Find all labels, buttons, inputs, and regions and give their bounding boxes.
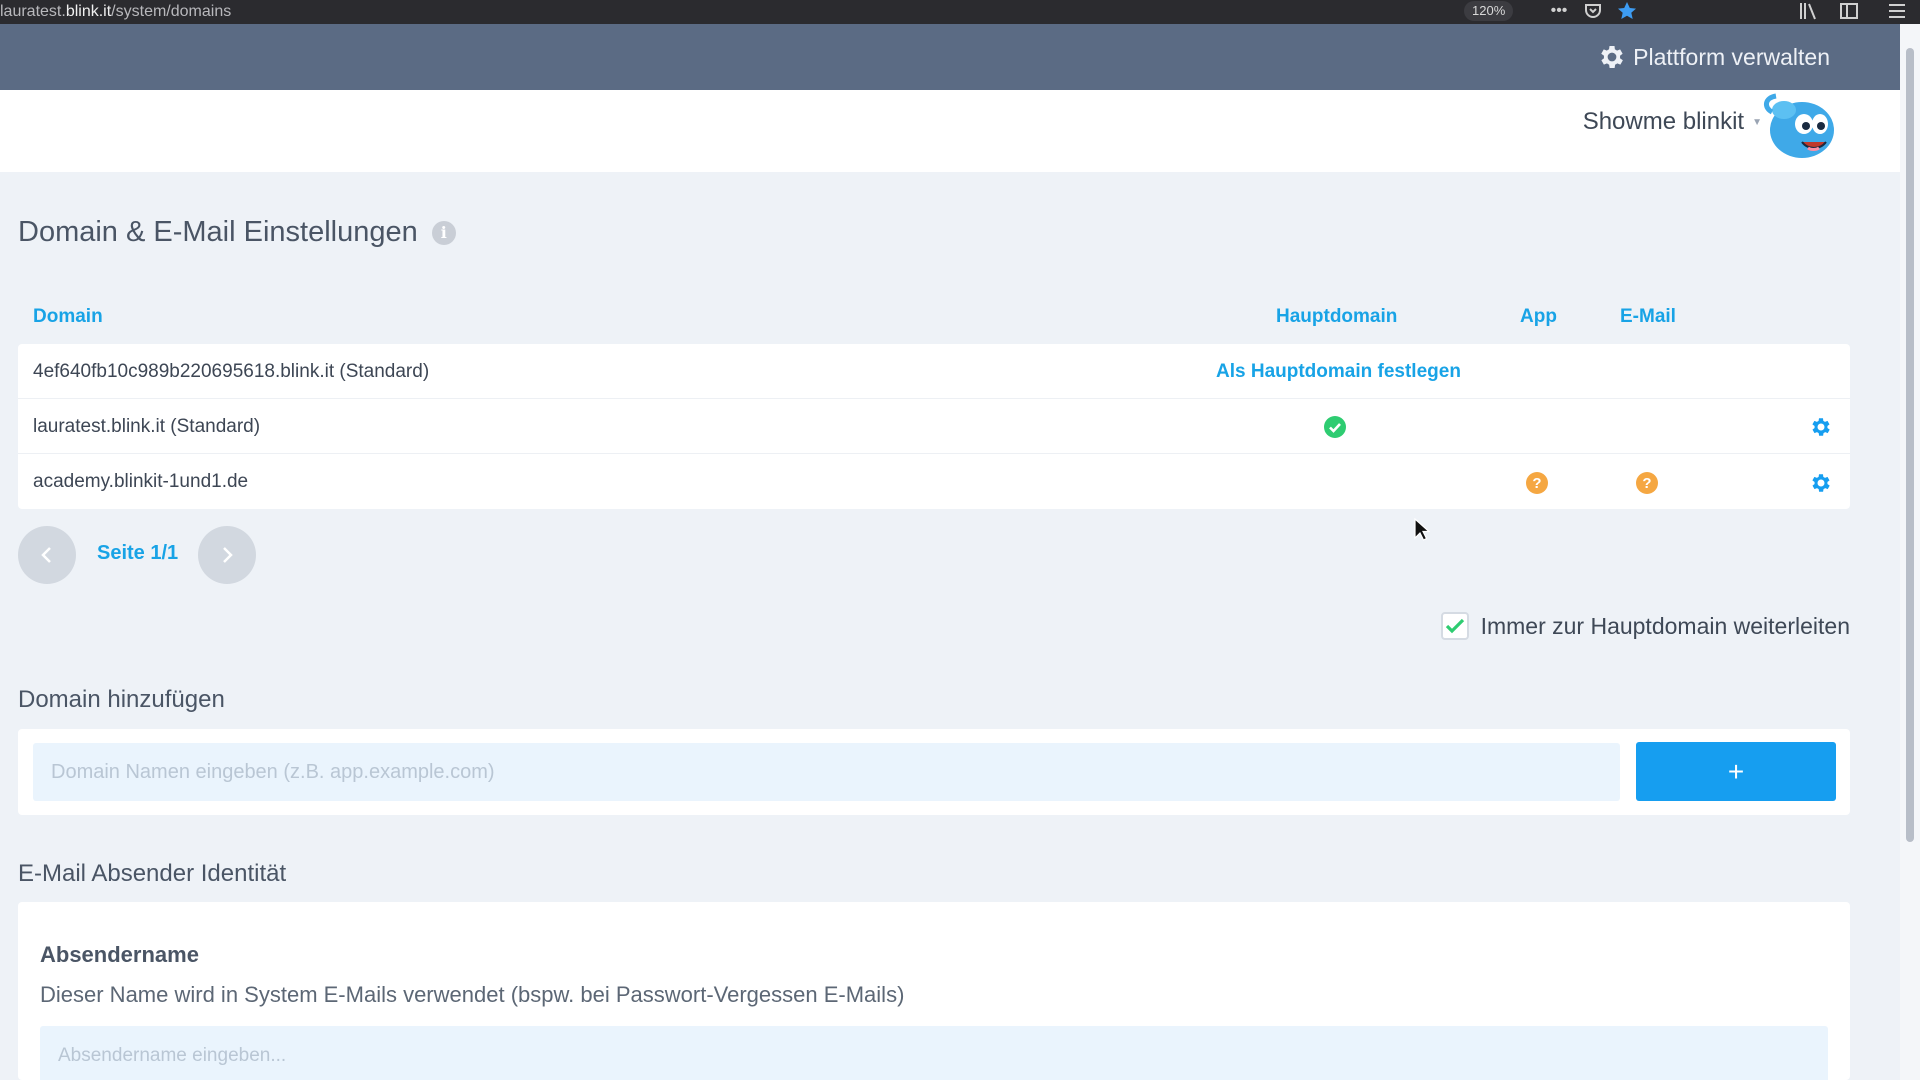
chevron-right-icon — [223, 547, 233, 563]
next-page-button[interactable] — [198, 526, 256, 584]
check-circle-icon — [1323, 415, 1347, 439]
sender-name-label: Absendername — [40, 942, 199, 967]
page-indicator: Seite 1/1 — [97, 542, 179, 564]
add-domain-heading: Domain hinzufügen — [18, 686, 225, 713]
domain-name-input[interactable] — [33, 743, 1620, 801]
star-icon[interactable] — [1614, 0, 1640, 22]
table-row: lauratest.blink.it (Standard) — [18, 399, 1850, 454]
address-bar[interactable]: lauratest.blink.it/system/domains — [0, 3, 231, 21]
user-menu[interactable]: Showme blinkit ▼ — [1583, 108, 1762, 136]
add-domain-card: + — [18, 729, 1850, 815]
table-row: 4ef640fb10c989b220695618.blink.it (Stand… — [18, 344, 1850, 399]
domain-table: 4ef640fb10c989b220695618.blink.it (Stand… — [18, 344, 1850, 509]
page-scrollbar[interactable] — [1900, 24, 1920, 1080]
gear-icon[interactable] — [1808, 470, 1834, 496]
sender-identity-heading: E-Mail Absender Identität — [18, 860, 287, 887]
domain-name: lauratest.blink.it (Standard) — [33, 416, 261, 437]
add-domain-button[interactable]: + — [1636, 742, 1836, 801]
top-navigation: Plattform verwalten — [0, 24, 1900, 90]
previous-page-button[interactable] — [18, 526, 76, 584]
sender-identity-card: Absendername Dieser Name wird in System … — [18, 902, 1850, 1080]
domain-name: 4ef640fb10c989b220695618.blink.it (Stand… — [33, 361, 430, 382]
column-header-app[interactable]: App — [1520, 306, 1557, 328]
svg-text:?: ? — [1532, 475, 1541, 492]
redirect-checkbox[interactable] — [1440, 612, 1469, 640]
hamburger-menu-icon[interactable] — [1884, 0, 1910, 22]
question-circle-icon[interactable]: ? — [1635, 471, 1659, 495]
table-row: academy.blinkit-1und1.de ? ? — [18, 454, 1850, 509]
url-host: blink.it — [65, 3, 112, 20]
column-header-main-domain[interactable]: Hauptdomain — [1276, 306, 1397, 328]
set-main-domain-link[interactable]: Als Hauptdomain festlegen — [1216, 344, 1461, 399]
zoom-level[interactable]: 120% — [1464, 1, 1514, 21]
domain-name: academy.blinkit-1und1.de — [33, 471, 249, 492]
checkmark-icon — [1445, 618, 1464, 634]
gear-icon[interactable] — [1808, 414, 1834, 440]
column-header-domain[interactable]: Domain — [33, 306, 103, 328]
library-icon[interactable] — [1796, 0, 1822, 22]
gear-icon — [1601, 46, 1624, 68]
redirect-option: Immer zur Hauptdomain weiterleiten — [1440, 612, 1850, 640]
mouse-cursor-icon — [1414, 518, 1430, 541]
user-name: Showme blinkit — [1582, 108, 1745, 135]
sender-name-description: Dieser Name wird in System E-Mails verwe… — [40, 982, 905, 1007]
platform-settings-label: Plattform verwalten — [1633, 43, 1830, 70]
platform-settings-button[interactable]: Plattform verwalten — [1597, 24, 1830, 90]
blue-fish-mascot-icon[interactable] — [1760, 90, 1842, 166]
column-header-email[interactable]: E-Mail — [1620, 306, 1676, 328]
url-path: /system/domains — [111, 3, 232, 20]
redirect-label: Immer zur Hauptdomain weiterleiten — [1480, 612, 1850, 639]
user-header: Showme blinkit ▼ — [0, 90, 1900, 172]
browser-toolbar: lauratest.blink.it/system/domains 120% •… — [0, 0, 1920, 24]
more-icon[interactable]: ••• — [1544, 0, 1574, 22]
scrollbar-thumb[interactable] — [1906, 48, 1914, 842]
page-title: Domain & E-Mail Einstellungen i — [18, 216, 456, 249]
sidebar-icon[interactable] — [1836, 0, 1862, 22]
chevron-left-icon — [41, 547, 51, 563]
pocket-icon[interactable] — [1580, 0, 1606, 22]
sender-name-input[interactable] — [40, 1026, 1828, 1080]
url-prefix: lauratest. — [0, 3, 66, 20]
page-title-text: Domain & E-Mail Einstellungen — [18, 216, 418, 248]
svg-text:?: ? — [1642, 475, 1651, 492]
question-circle-icon[interactable]: ? — [1525, 471, 1549, 495]
info-icon[interactable]: i — [431, 220, 456, 245]
